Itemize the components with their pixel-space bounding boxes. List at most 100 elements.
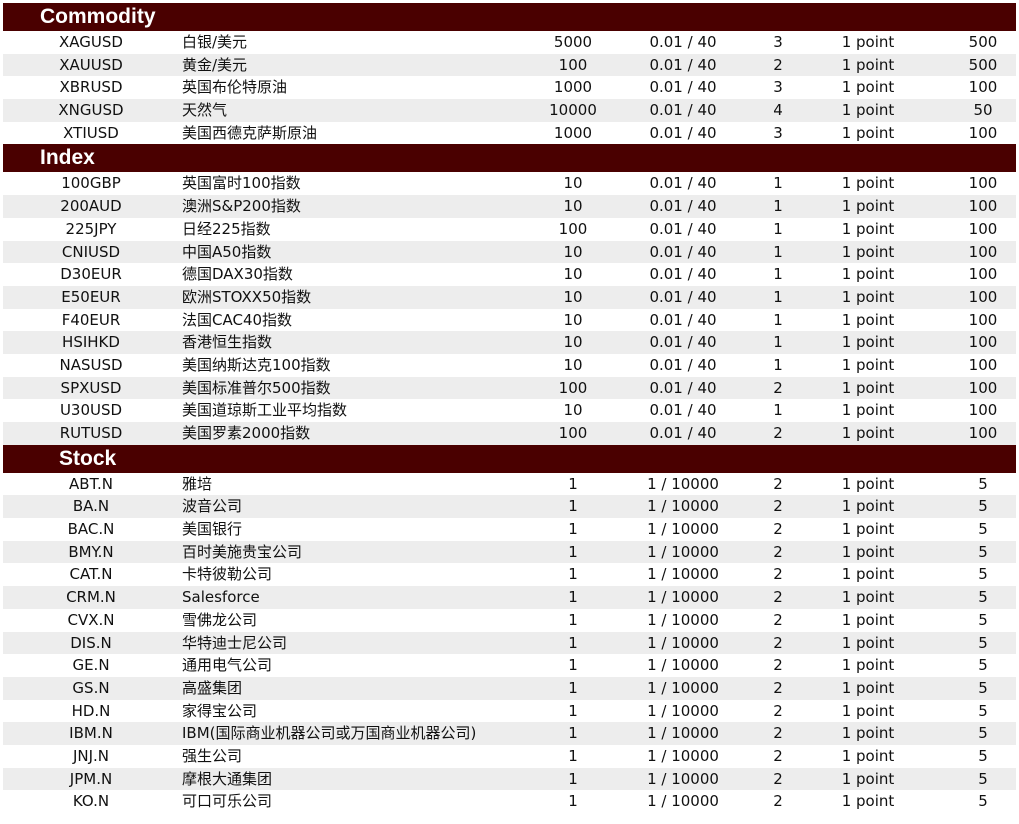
point-cell: 1 point [841, 701, 895, 720]
table-row: JNJ.N 强生公司 1 1 / 10000 2 1 point 5 [3, 745, 1016, 768]
point-cell: 1 point [841, 633, 895, 652]
contract-size-cell: 10 [563, 242, 583, 261]
leverage-cell: 100 [968, 219, 998, 238]
point-cell: 1 point [841, 174, 895, 193]
lot-range-cell: 0.01 / 40 [649, 355, 717, 374]
name-cell: 美国标准普尔500指数 [182, 378, 331, 397]
digits-cell: 1 [773, 355, 783, 374]
leverage-cell: 5 [978, 474, 988, 493]
table-row: HSIHKD 香港恒生指数 10 0.01 / 40 1 1 point 100 [3, 331, 1016, 354]
point-cell: 1 point [841, 474, 895, 493]
table-row: BAC.N 美国银行 1 1 / 10000 2 1 point 5 [3, 518, 1016, 541]
leverage-cell: 5 [978, 565, 988, 584]
name-cell: 家得宝公司 [182, 701, 258, 720]
digits-cell: 2 [773, 588, 783, 607]
name-cell: 香港恒生指数 [182, 333, 273, 352]
leverage-cell: 500 [968, 55, 998, 74]
name-cell: 可口可乐公司 [182, 792, 273, 811]
name-cell: 英国富时100指数 [182, 174, 301, 193]
digits-cell: 2 [773, 378, 783, 397]
lot-range-cell: 1 / 10000 [647, 474, 719, 493]
point-cell: 1 point [841, 355, 895, 374]
point-cell: 1 point [841, 219, 895, 238]
digits-cell: 1 [773, 310, 783, 329]
table-row: CAT.N 卡特彼勒公司 1 1 / 10000 2 1 point 5 [3, 563, 1016, 586]
leverage-cell: 5 [978, 769, 988, 788]
leverage-cell: 100 [968, 333, 998, 352]
symbol-cell: F40EUR [61, 310, 121, 329]
point-cell: 1 point [841, 287, 895, 306]
point-cell: 1 point [841, 55, 895, 74]
digits-cell: 2 [773, 497, 783, 516]
contract-size-cell: 100 [558, 55, 588, 74]
leverage-cell: 100 [968, 401, 998, 420]
name-cell: 澳洲S&P200指数 [182, 197, 301, 216]
point-cell: 1 point [841, 333, 895, 352]
table-row: DIS.N 华特迪士尼公司 1 1 / 10000 2 1 point 5 [3, 631, 1016, 655]
point-cell: 1 point [841, 792, 895, 811]
digits-cell: 2 [773, 565, 783, 584]
contract-size-cell: 1 [568, 633, 578, 652]
leverage-cell: 5 [978, 678, 988, 697]
contract-size-cell: 10 [563, 401, 583, 420]
lot-range-cell: 0.01 / 40 [649, 174, 717, 193]
leverage-cell: 5 [978, 520, 988, 539]
symbol-cell: HD.N [71, 701, 111, 720]
lot-range-cell: 1 / 10000 [647, 746, 719, 765]
digits-cell: 2 [773, 424, 783, 442]
contract-size-cell: 1 [568, 474, 578, 493]
digits-cell: 3 [773, 123, 783, 142]
point-cell: 1 point [841, 242, 895, 261]
section-header-commodity: Commodity [3, 3, 1016, 31]
table-row: F40EUR 法国CAC40指数 10 0.01 / 40 1 1 point … [3, 309, 1016, 332]
name-cell: 高盛集团 [182, 678, 243, 697]
point-cell: 1 point [841, 197, 895, 216]
lot-range-cell: 0.01 / 40 [649, 101, 717, 120]
name-cell: 日经225指数 [182, 219, 271, 238]
name-cell: 通用电气公司 [182, 656, 273, 675]
digits-cell: 2 [773, 701, 783, 720]
name-cell: 天然气 [182, 101, 228, 120]
point-cell: 1 point [841, 542, 895, 561]
lot-range-cell: 1 / 10000 [647, 656, 719, 675]
table-row: IBM.N IBM(国际商业机器公司或万国商业机器公司) 1 1 / 10000… [3, 722, 1016, 745]
point-cell: 1 point [841, 401, 895, 420]
table-row: GS.N 高盛集团 1 1 / 10000 2 1 point 5 [3, 676, 1016, 700]
symbol-cell: CVX.N [67, 610, 115, 629]
name-cell: 美国银行 [182, 520, 243, 539]
contract-size-cell: 100 [558, 424, 588, 442]
digits-cell: 2 [773, 678, 783, 697]
leverage-cell: 5 [978, 656, 988, 675]
symbol-cell: CNIUSD [61, 242, 121, 261]
leverage-cell: 100 [968, 197, 998, 216]
contract-size-cell: 10000 [549, 101, 597, 120]
table-row: CRM.N Salesforce 1 1 / 10000 2 1 point 5 [3, 586, 1016, 609]
point-cell: 1 point [841, 610, 895, 629]
point-cell: 1 point [841, 33, 895, 51]
leverage-cell: 5 [978, 542, 988, 561]
symbol-cell: CAT.N [69, 565, 113, 584]
symbol-cell: U30USD [59, 401, 123, 420]
point-cell: 1 point [841, 678, 895, 697]
lot-range-cell: 1 / 10000 [647, 633, 719, 652]
name-cell: 法国CAC40指数 [182, 310, 293, 329]
lot-range-cell: 1 / 10000 [647, 588, 719, 607]
symbol-cell: BAC.N [67, 520, 115, 539]
name-cell: 欧洲STOXX50指数 [182, 287, 312, 306]
contract-size-cell: 1 [568, 565, 578, 584]
contract-size-cell: 1 [568, 542, 578, 561]
table-row: CVX.N 雪佛龙公司 1 1 / 10000 2 1 point 5 [3, 609, 1016, 632]
symbol-cell: XBRUSD [59, 78, 123, 97]
contract-size-cell: 1 [568, 678, 578, 697]
table-row: 100GBP 英国富时100指数 10 0.01 / 40 1 1 point … [3, 172, 1016, 195]
leverage-cell: 500 [968, 33, 998, 51]
contract-size-cell: 1 [568, 792, 578, 811]
name-cell: 雪佛龙公司 [182, 610, 258, 629]
symbol-cell: GE.N [72, 656, 110, 675]
name-cell: 百时美施贵宝公司 [182, 542, 303, 561]
symbol-cell: 100GBP [61, 174, 121, 193]
contract-size-cell: 10 [563, 265, 583, 284]
table-row: GE.N 通用电气公司 1 1 / 10000 2 1 point 5 [3, 654, 1016, 677]
table-row: KO.N 可口可乐公司 1 1 / 10000 2 1 point 5 [3, 790, 1016, 813]
table-row: JPM.N 摩根大通集团 1 1 / 10000 2 1 point 5 [3, 767, 1016, 791]
